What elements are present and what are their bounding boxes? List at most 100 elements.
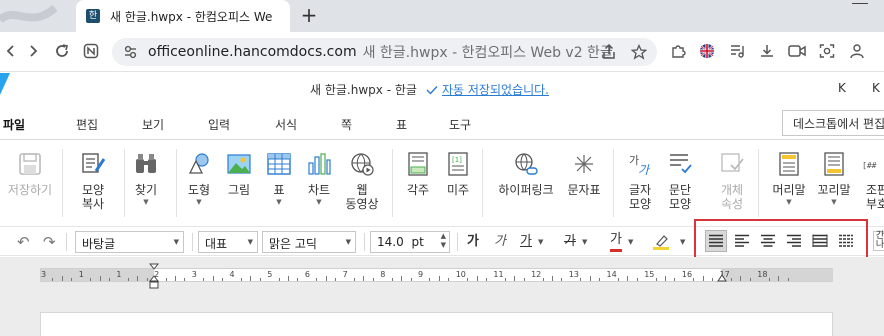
- font-size-stepper[interactable]: ▲ ▼: [441, 232, 446, 250]
- browser-toolbar: officeonline.hancomdocs.com 새 한글.hwpx - …: [0, 32, 884, 72]
- page-code-label-1: 조판: [866, 183, 884, 197]
- header-shortcut-k[interactable]: K: [838, 81, 846, 95]
- format-copy-label-1: 모양: [81, 183, 105, 197]
- site-info-icon[interactable]: [124, 45, 137, 59]
- menu-insert[interactable]: 입력: [208, 116, 230, 133]
- object-props-button[interactable]: 개체 속성: [706, 141, 758, 226]
- italic-button[interactable]: 가: [494, 232, 506, 252]
- bookmark-star-icon[interactable]: [630, 43, 648, 62]
- page-code-icon: [##: [862, 161, 877, 170]
- strikethrough-button[interactable]: 가: [564, 232, 576, 252]
- ruler-tick: [448, 278, 450, 281]
- object-props-label-2: 속성: [720, 197, 744, 211]
- reload-icon[interactable]: [51, 40, 73, 62]
- toolbar-separator: [457, 233, 458, 251]
- font-language-select[interactable]: 대표 ▼: [198, 231, 258, 253]
- table-dropdown-icon[interactable]: ▼: [276, 198, 281, 206]
- menu-file[interactable]: 파일: [3, 116, 25, 133]
- shape-dropdown-icon[interactable]: ▼: [196, 198, 201, 206]
- forward-icon[interactable]: [22, 40, 44, 62]
- new-tab-button[interactable]: +: [300, 5, 318, 25]
- address-bar[interactable]: officeonline.hancomdocs.com 새 한글.hwpx - …: [112, 38, 657, 66]
- chart-dropdown-icon[interactable]: ▼: [316, 198, 321, 206]
- undo-icon[interactable]: ↶: [17, 233, 30, 251]
- screenshot-lens-icon[interactable]: [816, 40, 838, 62]
- menu-edit[interactable]: 편집: [76, 116, 98, 133]
- hyperlink-button[interactable]: 하이퍼링크: [496, 141, 556, 226]
- save-button[interactable]: 저장하기: [4, 141, 56, 226]
- footer-button[interactable]: 꼬리말 ▼: [808, 141, 860, 226]
- menu-page[interactable]: 쪽: [341, 116, 352, 133]
- find-button[interactable]: 찾기 ▼: [120, 141, 172, 226]
- ruler-tick: [485, 278, 487, 281]
- align-right-button[interactable]: [783, 230, 805, 252]
- para-shape-button[interactable]: 문단 모양: [654, 141, 706, 226]
- document-page[interactable]: [40, 312, 833, 336]
- font-color-button[interactable]: 가: [610, 232, 622, 252]
- menu-view[interactable]: 보기: [142, 116, 164, 133]
- uk-flag-icon[interactable]: [696, 40, 718, 62]
- autosave-status[interactable]: 자동 저장되었습니다.: [426, 81, 549, 98]
- align-left-button[interactable]: [731, 230, 753, 252]
- symbol-button[interactable]: 문자표: [558, 141, 610, 226]
- document-canvas: 3 1 1 2 3 4 5 6 7 8 9 10 11 12 13 14 15 16 17 18: [0, 257, 884, 336]
- font-size-input[interactable]: 14.0 pt ▲ ▼: [370, 231, 450, 253]
- align-justify-button[interactable]: [705, 230, 727, 252]
- menu-format[interactable]: 서식: [275, 116, 297, 133]
- ruler-tick: [90, 278, 92, 281]
- find-label: 찾기: [134, 183, 158, 197]
- align-center-button[interactable]: [757, 230, 779, 252]
- font-name-select[interactable]: 맑은 고딕 ▼: [262, 231, 356, 253]
- header-user-k[interactable]: K: [872, 81, 880, 95]
- ruler-tick: [787, 278, 789, 281]
- reading-list-icon[interactable]: [726, 40, 748, 62]
- footer-dropdown-icon[interactable]: ▼: [831, 198, 836, 206]
- menu-table[interactable]: 표: [396, 116, 407, 133]
- paragraph-style-select[interactable]: 바탕글 ▼: [75, 231, 184, 253]
- paragraph-style-value: 바탕글: [82, 237, 116, 251]
- menu-tools[interactable]: 도구: [449, 116, 471, 133]
- align-split-button[interactable]: [835, 230, 857, 252]
- ruler-label: 3: [191, 270, 197, 279]
- url-host: officeonline.hancomdocs.com: [148, 44, 357, 60]
- web-video-button[interactable]: 웹 동영상: [336, 141, 388, 226]
- profile-icon[interactable]: [846, 40, 868, 62]
- edit-in-desktop-button[interactable]: 데스크톱에서 편집: [782, 110, 884, 136]
- font-name-value: 맑은 고딕: [269, 237, 317, 251]
- share-icon[interactable]: [600, 43, 618, 62]
- header-dropdown-icon[interactable]: ▼: [786, 198, 791, 206]
- format-copy-button[interactable]: 모양 복사: [67, 141, 119, 226]
- underline-button[interactable]: 가: [520, 232, 532, 252]
- indent-marker-icon[interactable]: [149, 263, 159, 289]
- find-dropdown-icon[interactable]: ▼: [143, 198, 148, 206]
- video-camera-icon[interactable]: [786, 40, 808, 62]
- extension-n-icon[interactable]: [80, 40, 102, 62]
- redo-icon[interactable]: ↷: [43, 233, 56, 251]
- ruler-tick: [372, 278, 374, 281]
- page-code-button[interactable]: [## 조판 부호: [854, 141, 884, 226]
- binoculars-icon: [136, 154, 156, 173]
- picture-label: 그림: [227, 183, 251, 197]
- browser-tab[interactable]: 한 새 한글.hwpx - 한컴오피스 We: [76, 0, 290, 32]
- highlighter-dropdown-icon[interactable]: ▼: [680, 232, 685, 252]
- download-icon[interactable]: [756, 40, 778, 62]
- char-shape-icon: 가가: [629, 154, 651, 177]
- endnote-button[interactable]: [1] 미주: [432, 141, 484, 226]
- ruler-label: 1: [116, 270, 122, 279]
- bold-button[interactable]: 가: [467, 232, 479, 252]
- align-distribute-button[interactable]: [809, 230, 831, 252]
- underline-dropdown-icon[interactable]: ▼: [538, 232, 543, 252]
- extensions-puzzle-icon[interactable]: [667, 40, 689, 62]
- strikethrough-dropdown-icon[interactable]: ▼: [582, 232, 587, 252]
- chevron-down-icon: ▼: [247, 238, 253, 246]
- window-minimize-button[interactable]: [852, 3, 868, 4]
- ruler-tick: [636, 278, 638, 281]
- highlighter-icon[interactable]: [652, 233, 670, 253]
- app-header: 새 한글.hwpx - 한글 자동 저장되었습니다. K K: [0, 73, 884, 105]
- line-spacing-select[interactable]: 간 나: [873, 231, 884, 251]
- right-indent-marker-icon[interactable]: [717, 274, 727, 284]
- font-color-dropdown-icon[interactable]: ▼: [628, 232, 633, 252]
- back-icon[interactable]: [0, 40, 22, 62]
- ruler-tick: [212, 276, 214, 281]
- ruler-tick: [137, 276, 139, 281]
